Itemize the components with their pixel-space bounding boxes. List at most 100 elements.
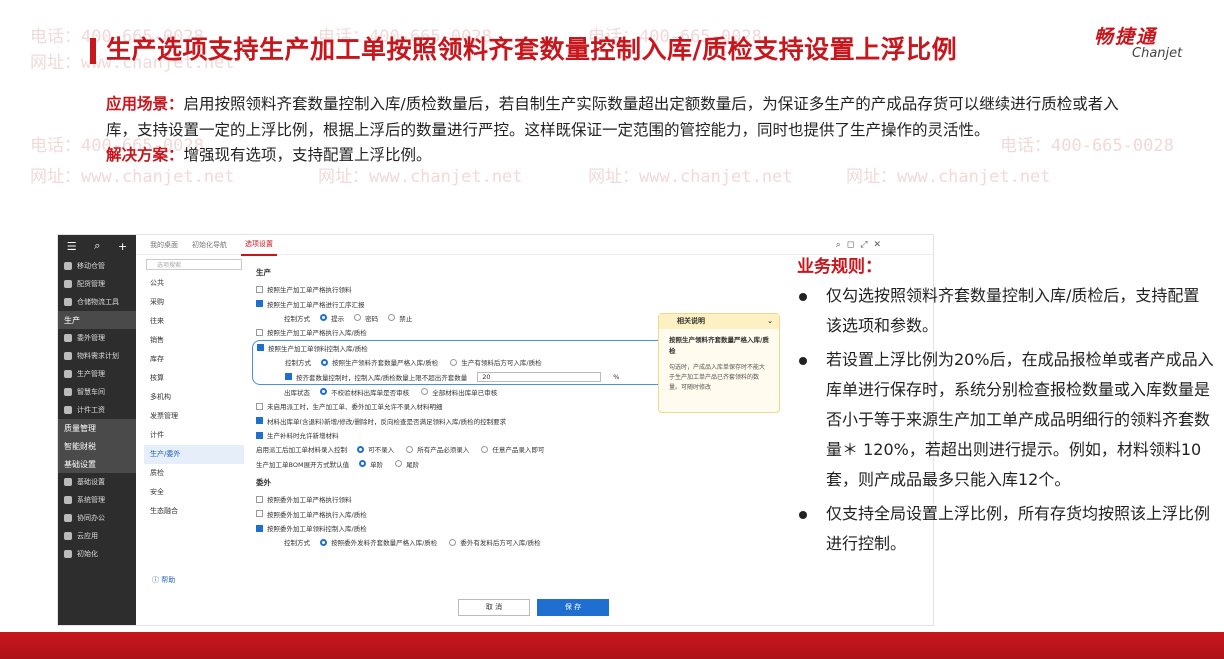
checkbox[interactable] [256,300,263,308]
category-item[interactable]: 安全 [144,483,244,502]
logo-text-cn: 畅捷通 [1094,26,1158,48]
checkbox[interactable] [256,510,263,518]
option-row[interactable]: 按照生产加工单严格执行领料 [256,282,686,296]
checkbox[interactable] [256,524,263,532]
tab-init-nav[interactable]: 初始化导航 [192,240,227,250]
rules-title: 业务规则： [797,257,882,277]
cancel-button[interactable]: 取 消 [458,599,530,616]
bottom-band [0,632,1224,659]
sidebar-item[interactable]: 移动仓管 [58,257,136,275]
option-row[interactable]: 按照委外加工单严格执行入库/质检 [256,506,686,520]
checkbox[interactable] [285,373,292,381]
radio[interactable] [406,445,414,453]
bullet-icon [799,511,807,519]
sidebar-item[interactable]: 智慧车间 [58,383,136,401]
sidebar-section-finance[interactable]: 智能财税 [58,437,136,455]
module-icon [64,298,72,306]
option-row[interactable]: 生产补料时允许新增材料 [256,428,686,442]
rule-item: 若设置上浮比例为20%后，在成品报检单或者产成品入库单进行保存时，系统分别检查报… [797,345,1215,495]
category-item[interactable]: 采购 [144,293,244,312]
sidebar-item[interactable]: 系统管理 [58,491,136,509]
sidebar-section-production[interactable]: 生产 [58,311,136,329]
scenario-label: 应用场景： [106,95,184,113]
sidebar-item[interactable]: 仓储物流工具 [58,293,136,311]
category-item[interactable]: 销售 [144,331,244,350]
tab-options[interactable]: 选项设置 [241,235,277,256]
bullet-icon [799,357,807,365]
category-item-production[interactable]: 生产/委外 [144,445,244,464]
sidebar-item[interactable]: 计件工资 [58,401,136,419]
add-icon[interactable]: + [118,240,127,253]
category-item[interactable]: 公共 [144,274,244,293]
module-icon [64,496,72,504]
radio[interactable] [321,358,329,366]
menu-icon[interactable]: ☰ [67,240,77,253]
window-controls[interactable]: ⌕◻⤢✕ [836,240,887,250]
option-row[interactable]: 按照委外加工单领料控制入库/质检 [256,521,686,535]
save-button[interactable]: 保 存 [537,599,609,616]
radio[interactable] [450,358,458,366]
sidebar-item[interactable]: 基础设置 [58,473,136,491]
sidebar-item[interactable]: 生产管理 [58,365,136,383]
category-item[interactable]: 发票管理 [144,407,244,426]
chanjet-logo: 畅捷通 Chanjet [1094,22,1204,62]
checkbox[interactable] [256,402,263,410]
sidebar-item[interactable]: 云应用 [58,527,136,545]
sidebar-item[interactable]: 物料需求计划 [58,347,136,365]
category-item[interactable]: 多机构 [144,388,244,407]
solution-text: 增强现有选项，支持配置上浮比例。 [183,146,432,164]
sidebar-section-quality[interactable]: 质量管理 [58,419,136,437]
checkbox[interactable] [256,417,263,425]
notes-title[interactable]: 相关说明 ⌄ [659,314,779,329]
sidebar-item[interactable]: 协同办公 [58,509,136,527]
category-item[interactable]: 往来 [144,312,244,331]
category-item[interactable]: 库存 [144,350,244,369]
checkbox[interactable] [256,431,263,439]
radio[interactable] [481,445,489,453]
radio[interactable] [359,460,367,468]
sidebar-top: ☰ ⌕ + [58,235,136,257]
module-icon [64,406,72,414]
help-link[interactable]: ⓘ 帮助 [152,575,175,585]
option-row[interactable]: 按照委外加工单严格执行领料 [256,492,686,506]
radio[interactable] [320,538,328,546]
category-item[interactable]: 质检 [144,464,244,483]
option-row[interactable]: 按照生产加工单领料控制入库/质检 [257,341,685,355]
radio[interactable] [388,314,396,322]
sidebar-item[interactable]: 初始化 [58,545,136,563]
highlight-box: 按照生产加工单领料控制入库/质检 控制方式 按照生产领料齐套数量严格入库/质检 … [252,339,686,385]
options-search-input[interactable]: 选项搜索 [146,259,242,270]
category-item[interactable]: 核算 [144,369,244,388]
category-item[interactable]: 生态融合 [144,502,244,521]
radio[interactable] [449,538,457,546]
checkbox[interactable] [257,344,264,352]
tab-desktop[interactable]: 我的桌面 [150,240,178,250]
sidebar-section-basic[interactable]: 基础设置 [58,455,136,473]
option-row[interactable]: 材料出库单(含退料)新增/修改/删除时，反向检查是否满足领料入库/质检的控制要求 [256,414,686,428]
rule-item: 仅勾选按照领料齐套数量控制入库/质检后，支持配置该选项和参数。 [797,281,1215,341]
radio[interactable] [421,388,429,396]
radio[interactable] [320,388,328,396]
option-row[interactable]: 未启用派工时，生产加工单、委外加工单允许不录入材料明细 [256,399,686,413]
checkbox[interactable] [256,495,263,503]
control-mode-row: 控制方式 提示 密码 禁止 [284,314,413,323]
section-outsource: 委外 [256,478,271,488]
float-ratio-input[interactable]: 20 [477,371,602,382]
sidebar-item[interactable]: 配货管理 [58,275,136,293]
sidebar: ☰ ⌕ + 移动仓管 配货管理 仓储物流工具 生产 委外管理 物料需求计划 生产… [58,235,136,625]
radio[interactable] [395,460,403,468]
category-item[interactable]: 计件 [144,426,244,445]
search-icon[interactable]: ⌕ [94,239,100,253]
radio[interactable] [320,314,328,322]
option-row[interactable]: 按照生产加工单严格进行工序汇报 [256,296,686,310]
module-icon [64,478,72,486]
radio[interactable] [357,445,365,453]
sidebar-item[interactable]: 委外管理 [58,329,136,347]
option-row[interactable]: 按照生产加工单严格执行入库/质检 [256,325,686,339]
options-panel: 生产 按照生产加工单严格执行领料 按照生产加工单严格进行工序汇报 控制方式 提示… [252,261,686,591]
radio[interactable] [354,314,362,322]
category-panel: 选项搜索 公共 采购 往来 销售 库存 核算 多机构 发票管理 计件 生产/委外… [144,255,244,625]
checkbox[interactable] [256,285,263,293]
checkbox[interactable] [256,328,263,336]
notes-body: 按照生产领料齐套数量严格入库/质检 勾选时，产成品入库单保存时不能大于生产加工单… [659,329,779,399]
